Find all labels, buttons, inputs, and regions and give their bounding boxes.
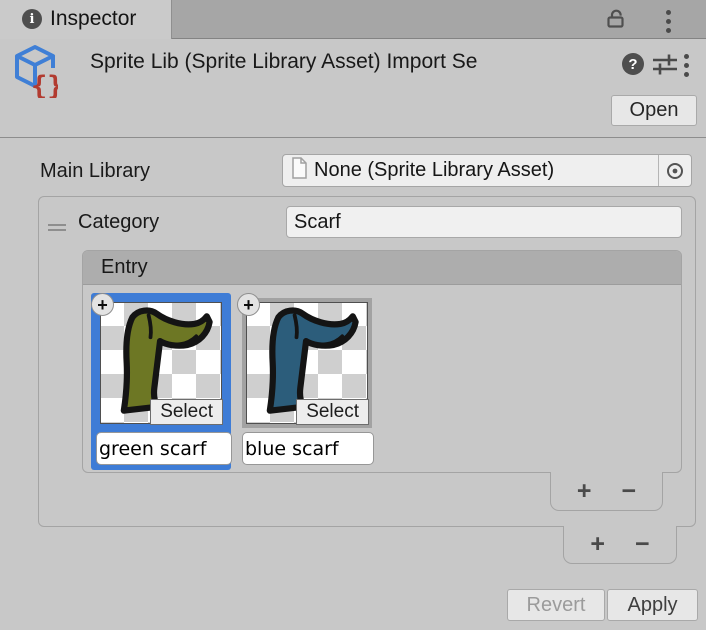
revert-button[interactable]: Revert (507, 589, 605, 621)
tab-label: Inspector (50, 7, 136, 31)
tab-menu-icon[interactable] (666, 10, 671, 33)
unlock-icon[interactable] (604, 7, 628, 31)
sprite-thumbnail[interactable]: + Select (96, 298, 226, 428)
object-picker-icon[interactable] (658, 155, 691, 186)
svg-text:{}: {} (31, 71, 58, 98)
plus-badge-icon: + (91, 293, 114, 316)
entry-list-footer: + − (550, 472, 663, 511)
inspector-panel: i Inspector {} Sprite Lib (Sprite Librar… (0, 0, 706, 630)
add-category-button[interactable]: + (590, 532, 605, 557)
entry-label: Entry (101, 256, 148, 279)
main-library-label: Main Library (40, 160, 150, 183)
object-field-value: None (Sprite Library Asset) (314, 159, 658, 182)
category-list-footer: + − (563, 526, 677, 564)
drag-handle-icon[interactable] (48, 219, 66, 237)
sprite-thumbnail[interactable]: + Select (242, 298, 372, 428)
header-divider (0, 137, 706, 138)
entry-cell-blue-scarf[interactable]: + Select (237, 293, 377, 470)
info-icon: i (22, 9, 42, 29)
entry-list-box: Entry + Select (82, 250, 682, 473)
document-icon (290, 156, 308, 185)
entry-name-input[interactable] (96, 432, 232, 465)
entry-cell-green-scarf[interactable]: + Select (91, 293, 231, 470)
select-sprite-button[interactable]: Select (296, 399, 369, 425)
apply-button[interactable]: Apply (607, 589, 698, 621)
category-name-input[interactable] (286, 206, 682, 238)
main-library-object-field[interactable]: None (Sprite Library Asset) (282, 154, 692, 187)
help-icon[interactable]: ? (622, 53, 644, 75)
open-button[interactable]: Open (611, 95, 697, 126)
sprite-library-asset-icon: {} (12, 44, 58, 98)
entry-name-input[interactable] (242, 432, 374, 465)
add-entry-button[interactable]: + (577, 479, 592, 504)
remove-category-button[interactable]: − (635, 532, 650, 557)
asset-title: Sprite Lib (Sprite Library Asset) Import… (90, 50, 610, 74)
presets-icon[interactable] (652, 54, 678, 75)
select-sprite-button[interactable]: Select (150, 399, 223, 425)
entry-header: Entry (83, 251, 681, 285)
plus-badge-icon: + (237, 293, 260, 316)
category-label: Category (78, 211, 159, 234)
header-menu-icon[interactable] (684, 54, 689, 77)
remove-entry-button[interactable]: − (622, 479, 637, 504)
